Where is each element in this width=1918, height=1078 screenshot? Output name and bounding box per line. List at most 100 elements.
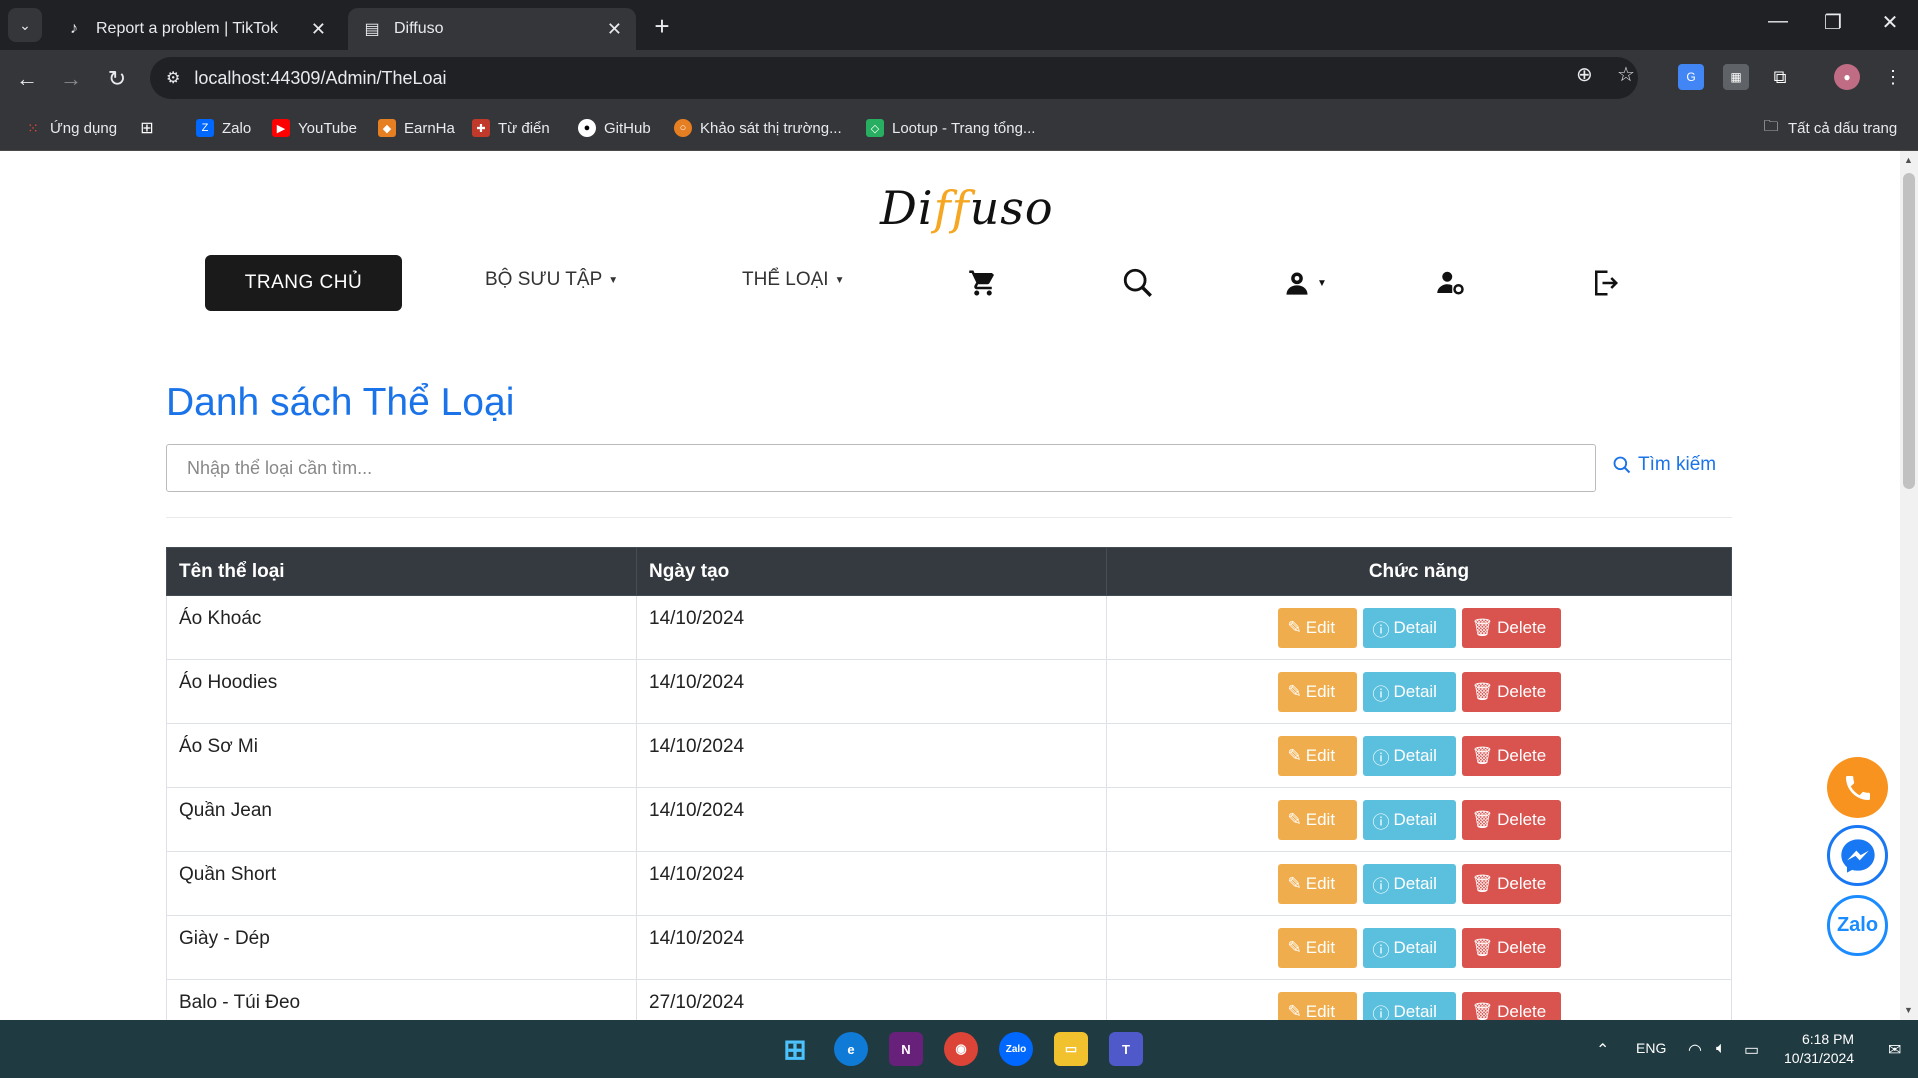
translate-extension-icon[interactable]: G xyxy=(1678,64,1704,90)
file-explorer-icon[interactable]: ▭ xyxy=(1054,1032,1088,1066)
phone-contact-button[interactable] xyxy=(1827,757,1888,818)
delete-button[interactable]: 🗑︎ Delete xyxy=(1461,800,1561,840)
category-search-input[interactable] xyxy=(166,444,1596,492)
delete-button[interactable]: 🗑︎ Delete xyxy=(1461,992,1561,1020)
column-header-actions: Chức năng xyxy=(1106,547,1732,596)
edit-button[interactable]: ✎ Edit xyxy=(1277,672,1357,712)
delete-button[interactable]: 🗑︎ Delete xyxy=(1461,672,1561,712)
bookmark-lootup[interactable]: ◇ Lootup - Trang tổng... xyxy=(866,119,1035,137)
edit-label: Edit xyxy=(1305,1002,1336,1020)
bookmark-dictionary[interactable]: ✚ Từ điển xyxy=(472,119,550,137)
close-window-button[interactable]: ✕ xyxy=(1870,10,1910,35)
close-icon[interactable]: ✕ xyxy=(607,19,622,40)
chrome-icon[interactable]: ◉ xyxy=(944,1032,978,1066)
detail-button[interactable]: ⓘ Detail xyxy=(1362,928,1456,968)
search-button[interactable]: Tìm kiếm xyxy=(1612,454,1716,476)
detail-button[interactable]: ⓘ Detail xyxy=(1362,672,1456,712)
cart-icon[interactable] xyxy=(965,265,1001,301)
bookmark-label: YouTube xyxy=(298,119,357,137)
detail-button[interactable]: ⓘ Detail xyxy=(1362,992,1456,1020)
all-bookmarks[interactable]: 🗀 Tất cả dấu trang xyxy=(1762,118,1898,137)
volume-icon[interactable]: 🔈︎ xyxy=(1716,1040,1726,1058)
table-row: Quần Jean 14/10/2024 ✎ Edit ⓘ Detail 🗑︎ Delete xyxy=(166,787,1732,852)
user-settings-icon[interactable] xyxy=(1433,265,1469,301)
grid-icon: ⊞ xyxy=(140,120,154,137)
user-dropdown[interactable]: ▼ xyxy=(1275,265,1335,301)
address-bar[interactable]: ⚙ localhost:44309/Admin/TheLoai xyxy=(150,57,1638,99)
windows-start-icon[interactable]: ⊞ xyxy=(778,1032,812,1066)
bookmark-apps[interactable]: ⁙ Ứng dụng xyxy=(24,119,117,137)
edit-button[interactable]: ✎ Edit xyxy=(1277,864,1357,904)
delete-button[interactable]: 🗑︎ Delete xyxy=(1461,736,1561,776)
scroll-down-icon[interactable]: ▼ xyxy=(1904,1005,1913,1015)
restore-button[interactable]: ❐ xyxy=(1813,10,1853,35)
system-clock[interactable]: 6:18 PM 10/31/2024 xyxy=(1784,1030,1854,1068)
clock-time: 6:18 PM xyxy=(1801,1031,1855,1047)
nav-collection-dropdown[interactable]: BỘ SƯU TẬP ▼ xyxy=(485,269,618,291)
edit-button[interactable]: ✎ Edit xyxy=(1277,608,1357,648)
info-icon: ⓘ xyxy=(1372,812,1390,832)
new-tab-button[interactable]: + xyxy=(648,11,676,41)
tab-diffuso[interactable]: ▤ Diffuso ✕ xyxy=(348,8,636,50)
delete-button[interactable]: 🗑︎ Delete xyxy=(1461,608,1561,648)
forward-button[interactable]: → xyxy=(56,64,86,94)
scrollbar-thumb[interactable] xyxy=(1903,173,1915,489)
tab-tiktok[interactable]: ♪ Report a problem | TikTok ✕ xyxy=(50,8,340,50)
extensions-icon[interactable]: ⧉ xyxy=(1767,64,1793,90)
bookmark-star-icon[interactable]: ☆ xyxy=(1617,62,1635,87)
site-logo[interactable]: Diffuso xyxy=(880,181,1054,235)
detail-button[interactable]: ⓘ Detail xyxy=(1362,800,1456,840)
edit-button[interactable]: ✎ Edit xyxy=(1277,928,1357,968)
site-info-icon[interactable]: ⚙ xyxy=(166,68,180,88)
menu-icon[interactable]: ⋮ xyxy=(1880,64,1906,90)
category-name-cell: Giày - Dép xyxy=(166,915,637,980)
bookmark-label: Tất cả dấu trang xyxy=(1788,119,1898,137)
nav-category-dropdown[interactable]: THỂ LOẠI ▼ xyxy=(742,269,844,291)
lootup-icon: ◇ xyxy=(866,119,884,137)
bookmark-zalo[interactable]: Z Zalo xyxy=(196,119,251,137)
language-indicator[interactable]: ENG xyxy=(1636,1040,1666,1056)
detail-button[interactable]: ⓘ Detail xyxy=(1362,864,1456,904)
wifi-icon[interactable]: ◠ xyxy=(1688,1040,1702,1060)
show-hidden-icons[interactable]: ⌃ xyxy=(1596,1040,1609,1060)
teams-icon[interactable]: T xyxy=(1109,1032,1143,1066)
detail-button[interactable]: ⓘ Detail xyxy=(1362,736,1456,776)
actions-cell: ✎ Edit ⓘ Detail 🗑︎ Delete xyxy=(1106,595,1732,660)
zalo-contact-button[interactable]: Zalo xyxy=(1827,895,1888,956)
actions-cell: ✎ Edit ⓘ Detail 🗑︎ Delete xyxy=(1106,915,1732,980)
page-scrollbar[interactable]: ▲ ▼ xyxy=(1900,151,1918,1020)
scroll-up-icon[interactable]: ▲ xyxy=(1904,155,1913,165)
tab-search-button[interactable]: ⌄ xyxy=(8,8,42,42)
zoom-icon[interactable]: ⊕ xyxy=(1576,62,1593,87)
zalo-app-icon[interactable]: Zalo xyxy=(999,1032,1033,1066)
close-icon[interactable]: ✕ xyxy=(311,19,326,40)
notification-icon[interactable]: ✉ xyxy=(1888,1040,1901,1060)
delete-button[interactable]: 🗑︎ Delete xyxy=(1461,928,1561,968)
bookmark-survey[interactable]: ○ Khảo sát thị trường... xyxy=(674,119,842,137)
category-name-cell: Áo Hoodies xyxy=(166,659,637,724)
profile-avatar[interactable]: ● xyxy=(1834,64,1860,90)
delete-button[interactable]: 🗑︎ Delete xyxy=(1461,864,1561,904)
url-text[interactable]: localhost:44309/Admin/TheLoai xyxy=(194,68,446,89)
reload-button[interactable]: ↻ xyxy=(102,64,132,94)
visual-studio-icon[interactable]: N xyxy=(889,1032,923,1066)
qr-extension-icon[interactable]: ▦ xyxy=(1723,64,1749,90)
messenger-contact-button[interactable] xyxy=(1827,825,1888,886)
edge-dev-icon[interactable]: e xyxy=(834,1032,868,1066)
bookmark-grid[interactable]: ⊞ xyxy=(138,119,156,137)
bookmark-earnha[interactable]: ◆ EarnHa xyxy=(378,119,455,137)
minimize-button[interactable]: — xyxy=(1758,10,1798,33)
search-icon[interactable] xyxy=(1120,265,1156,301)
back-button[interactable]: ← xyxy=(12,64,42,94)
edit-button[interactable]: ✎ Edit xyxy=(1277,992,1357,1020)
detail-label: Detail xyxy=(1393,682,1437,701)
edit-button[interactable]: ✎ Edit xyxy=(1277,736,1357,776)
search-icon xyxy=(1613,456,1631,474)
detail-button[interactable]: ⓘ Detail xyxy=(1362,608,1456,648)
battery-icon[interactable]: ▭ xyxy=(1744,1040,1759,1060)
bookmark-youtube[interactable]: ▶ YouTube xyxy=(272,119,357,137)
nav-home-button[interactable]: TRANG CHỦ xyxy=(205,255,402,311)
logout-icon[interactable] xyxy=(1587,265,1623,301)
edit-button[interactable]: ✎ Edit xyxy=(1277,800,1357,840)
bookmark-github[interactable]: ● GitHub xyxy=(578,119,651,137)
